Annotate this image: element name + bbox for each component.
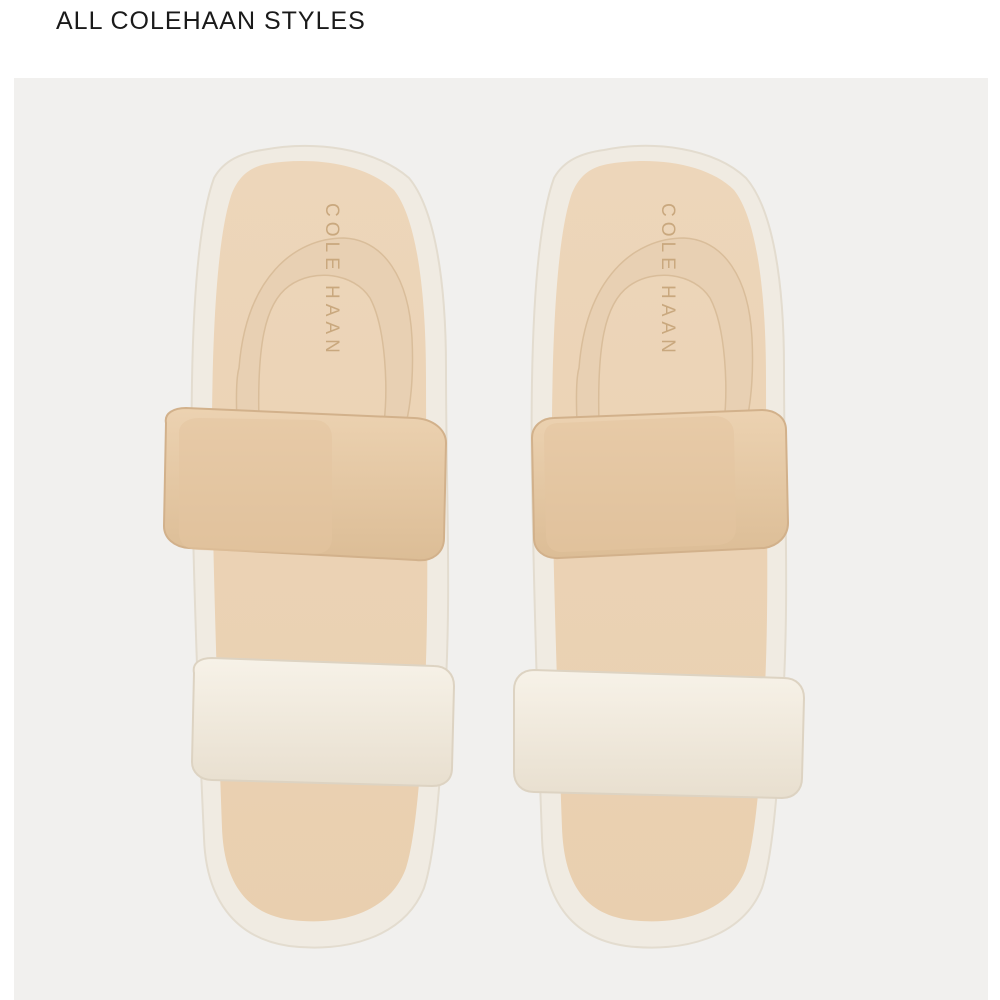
right-brand-print: COLE HAAN [657,203,678,358]
sandal-pair-illustration: COLE HAAN COLE HAAN [162,144,806,949]
left-white-strap [190,656,456,788]
right-tan-strap-flap [544,416,736,553]
right-white-strap [513,668,806,800]
left-sandal: COLE HAAN [162,144,456,949]
left-brand-print: COLE HAAN [321,203,342,358]
all-colehaan-styles-link[interactable]: ALL COLEHAAN STYLES [56,4,366,38]
right-sandal: COLE HAAN [513,144,806,949]
product-image[interactable]: COLE HAAN COLE HAAN [14,78,988,1000]
left-tan-strap-flap [179,418,332,554]
